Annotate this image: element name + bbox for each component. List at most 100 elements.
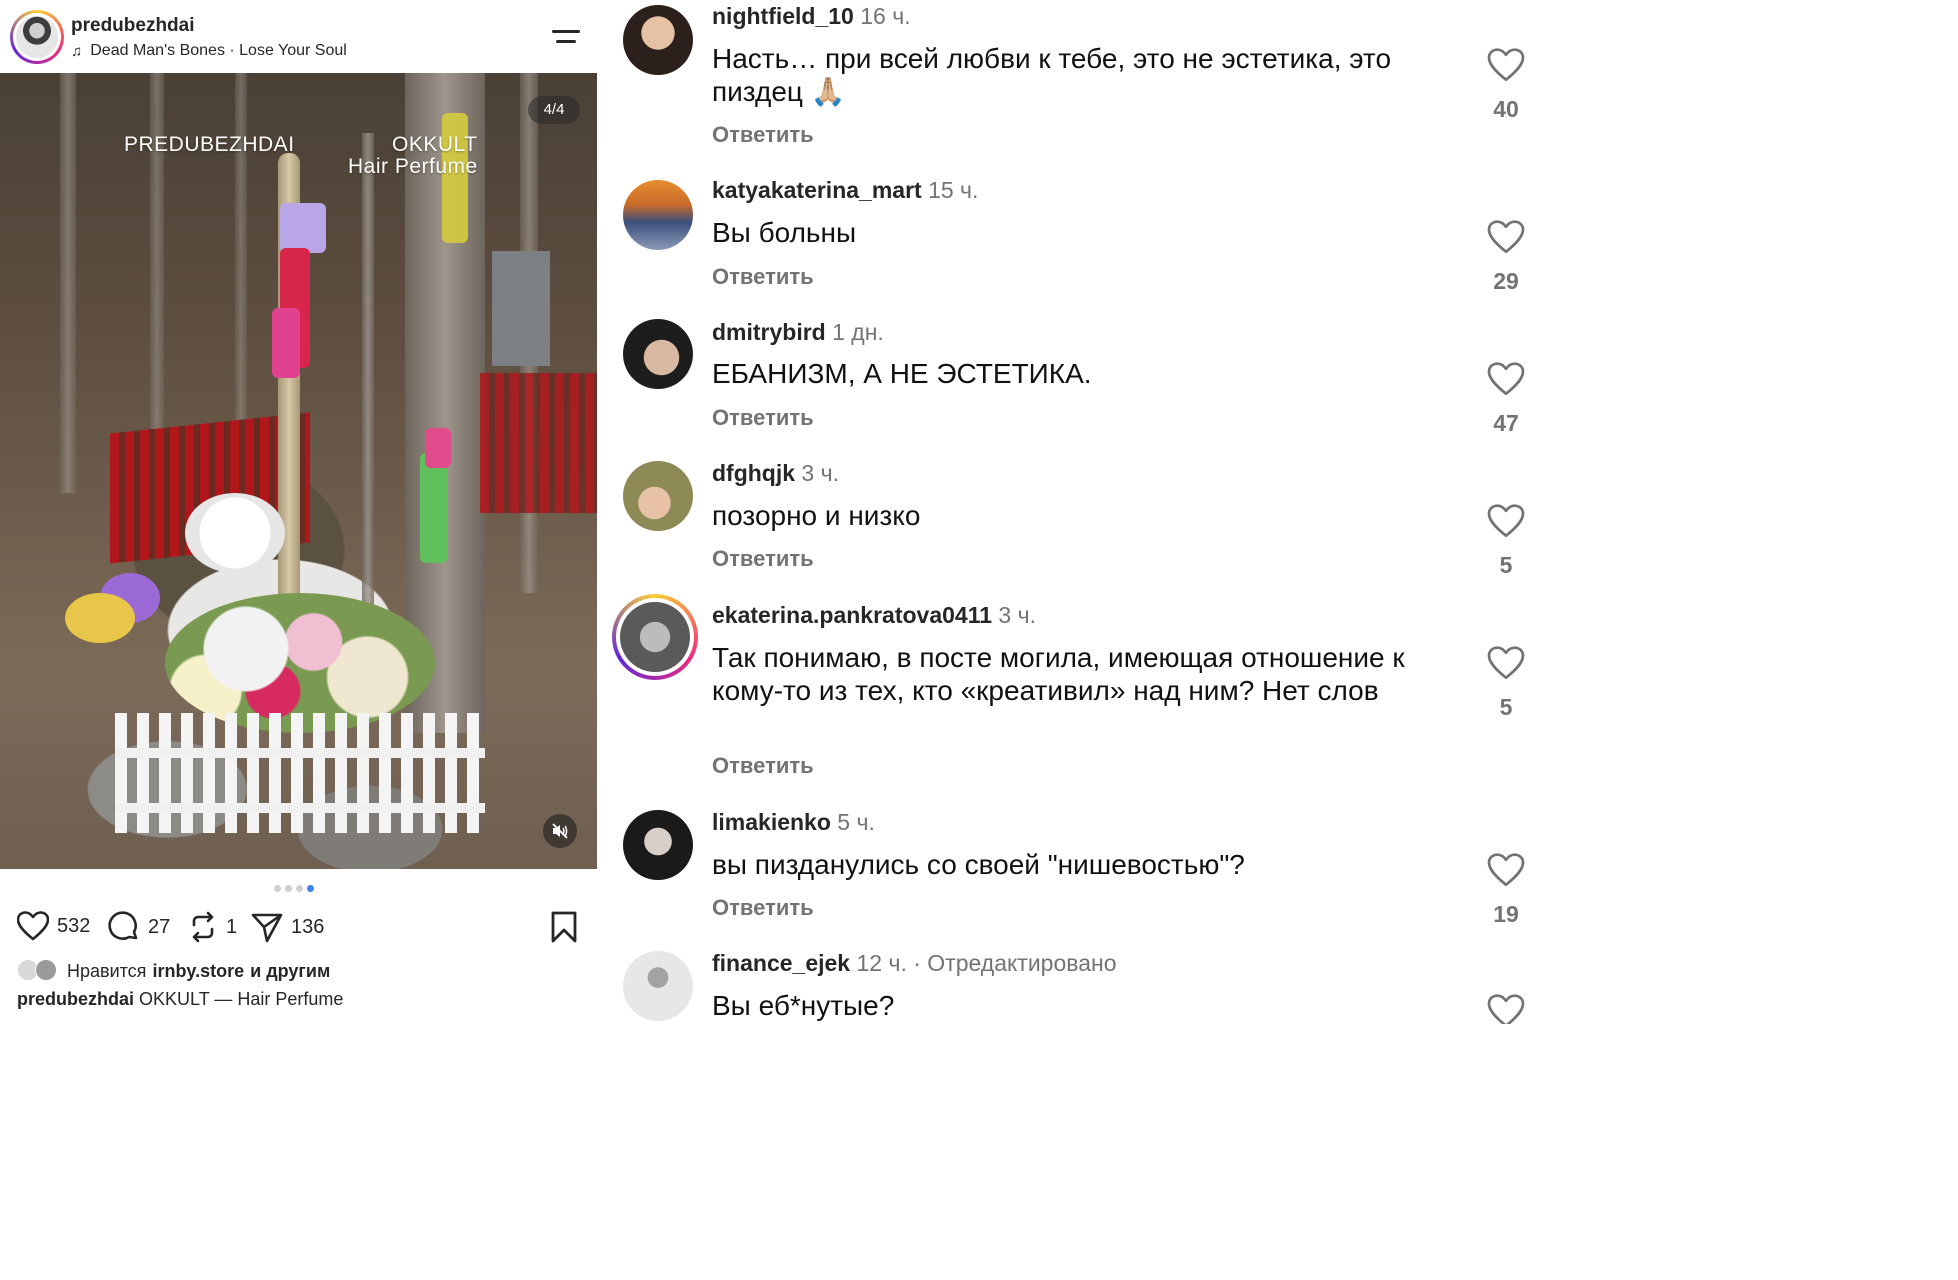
comment-header: dmitrybird 1 дн.	[712, 319, 884, 346]
overlay-brand-left: PREDUBEZHDAI	[124, 133, 295, 156]
comment-header: limakienko 5 ч.	[712, 809, 875, 836]
ribbon-green	[420, 453, 448, 563]
comment-like-count: 40	[1493, 96, 1519, 122]
repost-action[interactable]: 1	[188, 911, 237, 943]
tree-trunk	[235, 73, 247, 433]
comment-action[interactable]: 27	[108, 911, 170, 943]
comment-like-heart-icon[interactable]	[1486, 646, 1526, 680]
comment-text: Так понимаю, в посте могила, имеющая отн…	[712, 642, 1405, 706]
post-actions: 532 27 1 136	[0, 905, 597, 949]
comment-username[interactable]: dfghqjk	[712, 460, 795, 486]
post-author-username[interactable]: predubezhdai	[71, 15, 195, 37]
comment-icon	[108, 911, 138, 940]
ribbon-pink	[272, 308, 300, 378]
comment-item: limakienko 5 ч. вы пизданулись со своей "…	[600, 805, 1568, 946]
comment-like-count: 47	[1493, 410, 1519, 436]
comment-text: Вы еб*нутые?	[712, 990, 895, 1021]
repost-count: 1	[226, 915, 238, 938]
music-track-label: Dead Man's Bones · Lose Your Soul	[90, 42, 347, 59]
comment-meta: 5 ч.	[830, 809, 875, 835]
comment-text: позорно и низко	[712, 500, 921, 531]
grave-marker	[492, 251, 550, 366]
ribbon-lilac	[280, 203, 326, 253]
carousel-dot	[285, 885, 292, 892]
liked-by-user[interactable]: irnby.store	[152, 961, 244, 982]
comment-reply-button[interactable]: Ответить	[712, 264, 814, 290]
comment-avatar[interactable]	[623, 810, 693, 880]
comment-text: Вы больны	[712, 217, 857, 248]
caption-text: OKKULT — Hair Perfume	[139, 989, 344, 1009]
comment-item: ekaterina.pankratova0411 3 ч. Так понимаю…	[600, 594, 1568, 805]
tree-trunk	[150, 73, 164, 453]
comment-username[interactable]: ekaterina.pankratova0411	[712, 602, 992, 628]
like-action[interactable]: 532	[17, 911, 90, 941]
comment-count: 27	[148, 915, 171, 938]
flowers-mixed	[165, 593, 435, 733]
comment-like-heart-icon[interactable]	[1486, 362, 1526, 396]
comment-avatar[interactable]	[623, 951, 693, 1021]
comment-avatar[interactable]	[623, 319, 693, 389]
comment-header: katyakaterina_mart 15 ч.	[712, 177, 978, 204]
comment-item: katyakaterina_mart 15 ч. Вы больны Ответит…	[600, 172, 1568, 314]
comment-item: nightfield_10 16 ч. Насть… при всей любви…	[600, 0, 1568, 172]
liked-by-avatars	[17, 959, 61, 983]
comment-like-count: 19	[1493, 901, 1519, 927]
comment-username[interactable]: nightfield_10	[712, 3, 854, 29]
comment-like-heart-icon[interactable]	[1486, 853, 1526, 887]
comment-reply-button[interactable]: Ответить	[712, 753, 814, 779]
comment-header: ekaterina.pankratova0411 3 ч.	[712, 602, 1036, 629]
comment-username[interactable]: dmitrybird	[712, 319, 826, 345]
comment-avatar[interactable]	[612, 594, 698, 680]
share-count: 136	[291, 915, 325, 938]
post-author-avatar[interactable]	[10, 10, 64, 64]
comment-like-heart-icon[interactable]	[1486, 48, 1526, 82]
comment-reply-button[interactable]: Ответить	[712, 122, 814, 148]
white-picket-fence	[115, 713, 485, 833]
flowers-yellow	[65, 593, 135, 643]
fence-rail	[115, 748, 485, 758]
comment-like-heart-icon[interactable]	[1486, 504, 1526, 538]
comment-username[interactable]: limakienko	[712, 809, 831, 835]
tree-trunk	[362, 133, 374, 633]
overlay-brand-right-2: Hair Perfume	[348, 155, 478, 178]
comment-avatar[interactable]	[623, 180, 693, 250]
bookmark-icon[interactable]	[550, 911, 578, 943]
comment-reply-button[interactable]: Ответить	[712, 895, 814, 921]
post-media[interactable]: PREDUBEZHDAI OKKULT Hair Perfume 4/4	[0, 73, 597, 869]
comment-username[interactable]: finance_ejek	[712, 950, 850, 976]
ribbon-pink-small	[425, 428, 451, 468]
comment-text: вы пизданулись со своей "нишевостью"?	[712, 849, 1245, 880]
liked-by-line[interactable]: Нравится irnby.store и другим	[17, 959, 330, 983]
caption-username[interactable]: predubezhdai	[17, 989, 134, 1009]
flowers-white	[185, 493, 285, 573]
post-music[interactable]: ♫ Dead Man's Bones · Lose Your Soul	[71, 42, 347, 60]
comment-text: ЕБАНИЗМ, А НЕ ЭСТЕТИКА.	[712, 358, 1092, 389]
heart-icon	[17, 911, 49, 941]
send-icon	[251, 913, 283, 943]
comment-username[interactable]: katyakaterina_mart	[712, 177, 922, 203]
menu-icon[interactable]	[552, 26, 582, 48]
comment-avatar[interactable]	[623, 461, 693, 531]
comment-avatar[interactable]	[623, 5, 693, 75]
fence-rail	[115, 803, 485, 813]
overlay-brand-right-1: OKKULT	[392, 133, 478, 156]
comment-reply-button[interactable]: Ответить	[712, 546, 814, 572]
red-fence	[480, 373, 597, 513]
like-count: 532	[57, 914, 91, 937]
share-action[interactable]: 136	[251, 911, 324, 943]
comment-meta: 16 ч.	[853, 3, 911, 29]
comment-like-heart-icon[interactable]	[1486, 220, 1526, 254]
comment-header: finance_ejek 12 ч. · Отредактировано	[712, 950, 1117, 977]
comment-reply-button[interactable]: Ответить	[712, 405, 814, 431]
post-panel: predubezhdai ♫ Dead Man's Bones · Lose Y…	[0, 0, 597, 1024]
comment-like-count: 29	[1493, 268, 1519, 294]
comment-like-heart-icon[interactable]	[1486, 994, 1526, 1024]
comment-meta: 3 ч.	[795, 460, 839, 486]
post-header: predubezhdai ♫ Dead Man's Bones · Lose Y…	[0, 0, 597, 72]
comment-meta: 1 дн.	[825, 319, 884, 345]
carousel-dot	[296, 885, 303, 892]
mute-icon[interactable]	[543, 814, 577, 848]
comment-like-count: 5	[1499, 694, 1513, 720]
comment-meta: 12 ч. · Отредактировано	[850, 950, 1117, 976]
comment-like-count: 5	[1499, 552, 1513, 578]
